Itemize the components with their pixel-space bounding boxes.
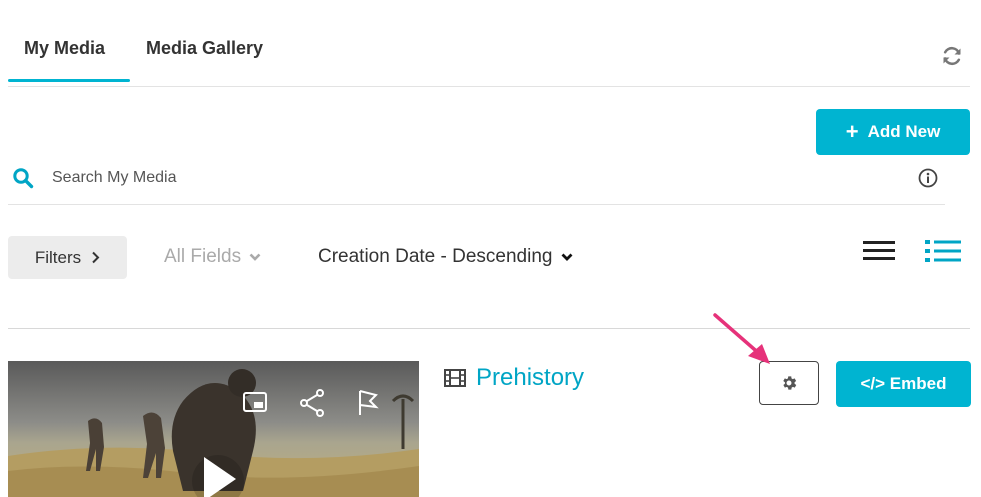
search-divider bbox=[8, 204, 945, 205]
thumbnail-image bbox=[8, 361, 419, 497]
tab-media-gallery[interactable]: Media Gallery bbox=[146, 38, 263, 59]
chevron-down-icon bbox=[249, 253, 261, 261]
embed-button[interactable]: </> Embed bbox=[836, 361, 971, 407]
filters-label: Filters bbox=[34, 247, 82, 267]
add-new-button[interactable]: + Add New bbox=[816, 109, 970, 155]
fields-dropdown[interactable]: All Fields bbox=[164, 246, 261, 268]
chevron-down-icon bbox=[561, 253, 573, 261]
active-tab-indicator bbox=[8, 79, 130, 82]
embed-label: </> Embed bbox=[860, 374, 947, 393]
refresh-icon[interactable] bbox=[940, 44, 964, 68]
sort-label: Creation Date - Descending bbox=[318, 246, 553, 267]
filters-button[interactable]: Filters bbox=[8, 236, 127, 279]
chevron-right-icon bbox=[92, 251, 100, 264]
film-icon bbox=[444, 369, 466, 387]
media-title: Prehistory bbox=[476, 364, 585, 391]
tabs-divider bbox=[8, 86, 970, 87]
tab-my-media[interactable]: My Media bbox=[24, 38, 105, 59]
media-title-link[interactable]: Prehistory bbox=[444, 364, 584, 392]
info-icon[interactable] bbox=[917, 167, 939, 189]
search-input[interactable] bbox=[50, 164, 814, 192]
sort-dropdown[interactable]: Creation Date - Descending bbox=[318, 246, 573, 268]
annotation-arrow bbox=[713, 313, 770, 364]
media-thumbnail[interactable] bbox=[8, 361, 419, 497]
add-new-label: Add New bbox=[867, 122, 941, 141]
fields-label: All Fields bbox=[164, 246, 242, 267]
plus-icon: + bbox=[845, 119, 859, 144]
results-divider bbox=[8, 328, 970, 329]
search-icon bbox=[13, 168, 34, 189]
list-view-icon[interactable] bbox=[862, 237, 896, 265]
detailed-view-icon[interactable] bbox=[924, 237, 962, 265]
